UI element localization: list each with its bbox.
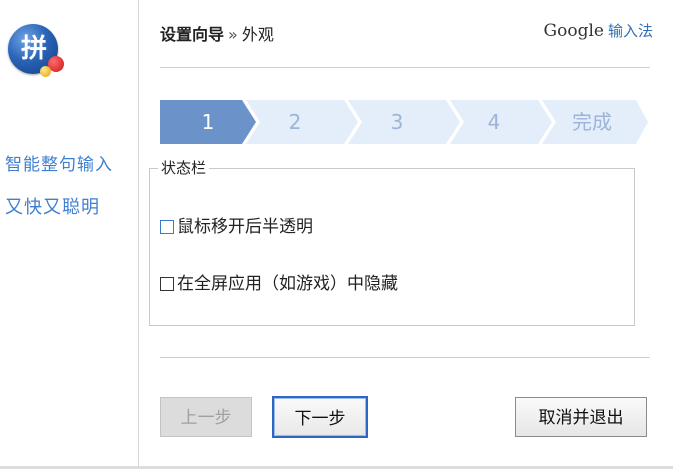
slogan-line-1: 智能整句输入 [5, 155, 113, 175]
option-translucent[interactable]: 鼠标移开后半透明 [160, 212, 313, 237]
slogan-line-2: 又快又聪明 [5, 197, 100, 218]
header-divider [160, 67, 650, 68]
translucent-checkbox[interactable] [160, 220, 174, 234]
brand-ime: 输入法 [607, 22, 653, 40]
step-1-label: 1 [201, 110, 215, 134]
breadcrumb-separator: » [228, 25, 238, 44]
hide-fullscreen-label[interactable]: 在全屏应用（如游戏）中隐藏 [177, 274, 398, 294]
prev-button[interactable]: 上一步 [160, 397, 252, 437]
brand: Google 输入法 [544, 20, 653, 41]
step-4-label: 4 [487, 110, 501, 134]
next-button[interactable]: 下一步 [272, 396, 368, 438]
cancel-exit-button[interactable]: 取消并退出 [515, 397, 647, 437]
wizard-title: 设置向导 [160, 25, 225, 44]
brand-google: Google [543, 21, 604, 41]
step-indicator: 1 2 3 4 完成 [160, 100, 650, 144]
hide-fullscreen-checkbox[interactable] [160, 277, 174, 291]
breadcrumb: 设置向导» 外观 [160, 21, 274, 45]
pinyin-logo-icon: 拼 [8, 24, 66, 82]
step-2-label: 2 [288, 110, 302, 134]
translucent-label[interactable]: 鼠标移开后半透明 [177, 217, 313, 237]
statusbar-group [149, 168, 635, 326]
step-done-label: 完成 [572, 110, 612, 134]
page-title: 外观 [241, 25, 274, 44]
footer-divider [160, 357, 650, 358]
step-3-label: 3 [390, 110, 404, 134]
logo-char: 拼 [20, 34, 47, 64]
option-hide-fullscreen[interactable]: 在全屏应用（如游戏）中隐藏 [160, 269, 398, 294]
sidebar: 拼 智能整句输入 又快又聪明 [0, 0, 139, 469]
statusbar-group-title: 状态栏 [158, 157, 210, 178]
